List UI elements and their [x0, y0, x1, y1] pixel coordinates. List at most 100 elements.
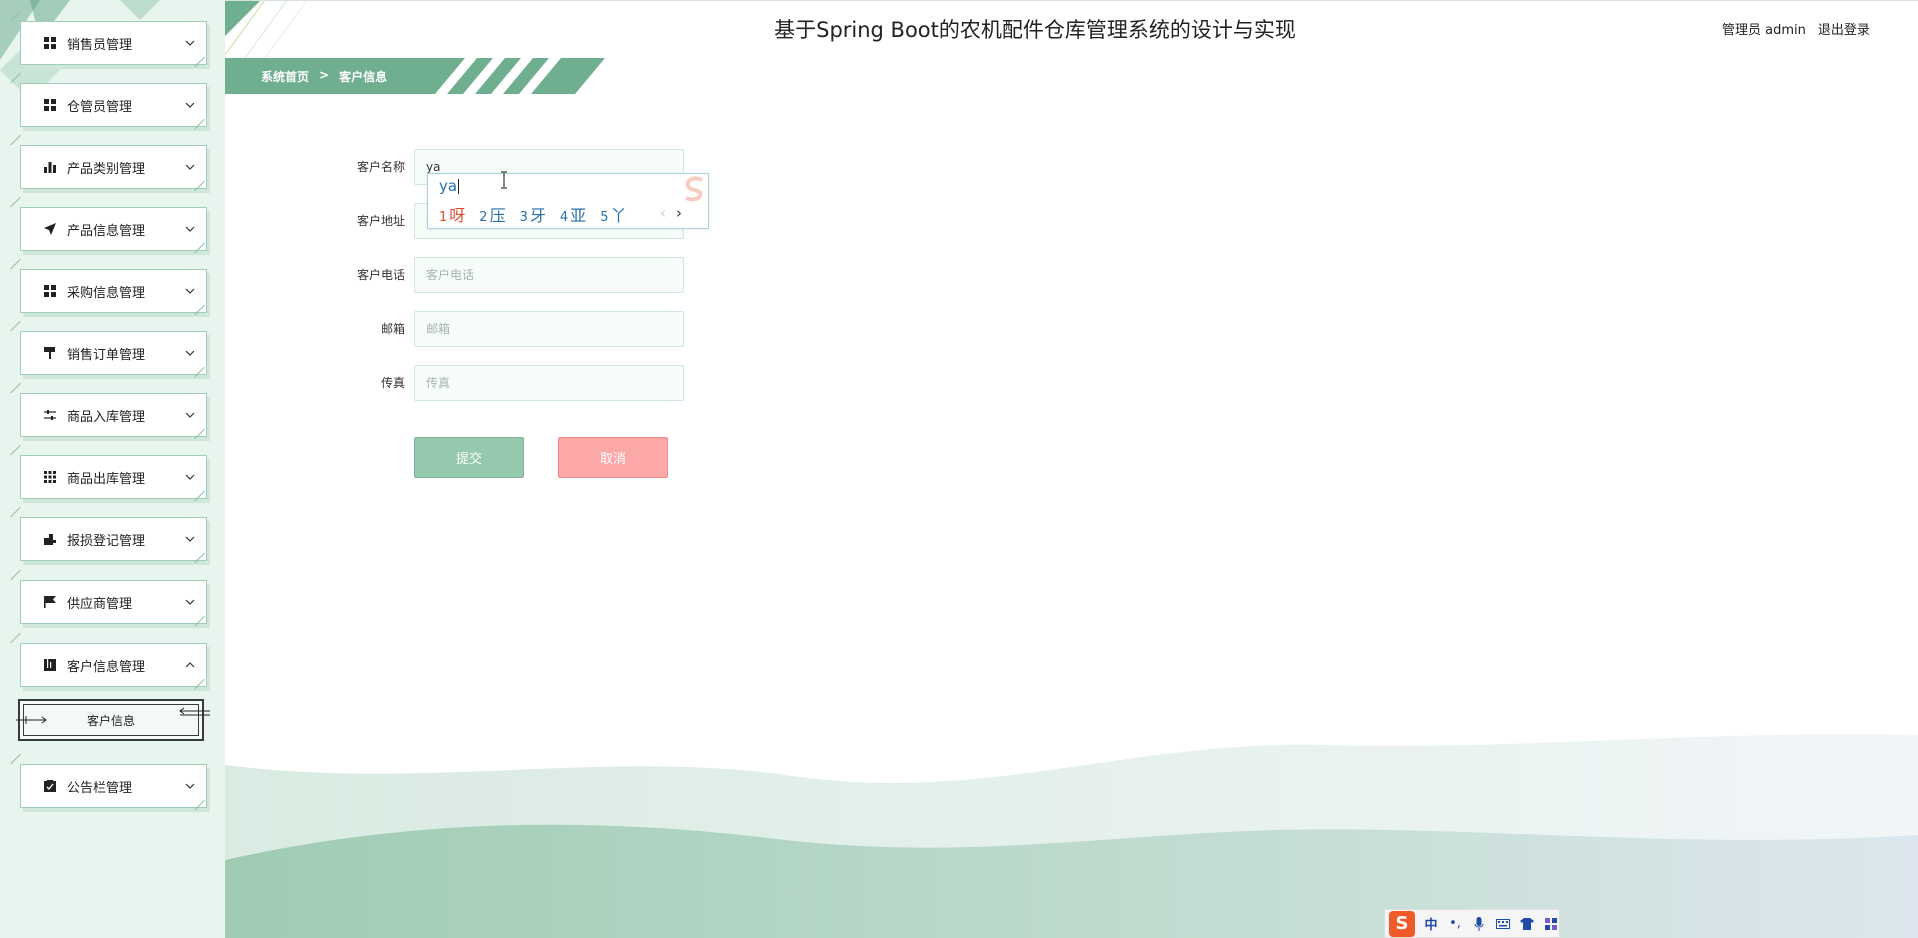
- sidebar-item-product-info[interactable]: 产品信息管理: [20, 207, 207, 251]
- arrow-left-icon: [179, 707, 210, 716]
- fax-input[interactable]: [414, 365, 684, 401]
- chevron-down-icon: [182, 345, 198, 361]
- chevron-down-icon: [182, 594, 198, 610]
- ime-candidate-number: 3: [519, 210, 528, 225]
- keyboard-icon[interactable]: [1495, 916, 1511, 932]
- sidebar-item-warehouse-staff[interactable]: 仓管员管理: [20, 83, 207, 127]
- sidebar-item-label: 产品类别管理: [67, 161, 146, 177]
- text-cursor-icon: [501, 171, 507, 189]
- ime-candidate-number: 5: [600, 210, 609, 225]
- fax-label: 传真: [380, 376, 405, 390]
- breadcrumb-text: 系统首页 > 客户信息: [261, 68, 387, 85]
- sidebar-item-sales-order[interactable]: 销售订单管理: [20, 331, 207, 375]
- sidebar-item-label: 销售订单管理: [67, 347, 146, 363]
- ime-next-page[interactable]: ›: [676, 204, 682, 222]
- sidebar-item-label: 仓管员管理: [67, 99, 133, 115]
- submit-button[interactable]: 提交: [414, 437, 524, 478]
- sidebar-item-label: 商品出库管理: [67, 471, 146, 487]
- chevron-up-icon: [182, 657, 198, 673]
- flag-icon: [43, 595, 57, 609]
- ime-caret: [458, 179, 460, 194]
- sidebar-item-label: 供应商管理: [67, 596, 133, 612]
- header-border: [225, 0, 1918, 1]
- skin-shirt-icon[interactable]: [1519, 916, 1535, 932]
- punctuation-toggle[interactable]: •,: [1447, 916, 1463, 932]
- sidebar-item-label: 公告栏管理: [67, 780, 133, 796]
- sidebar-item-stock-out[interactable]: 商品出库管理: [20, 455, 207, 499]
- toolbox-icon[interactable]: [1543, 916, 1559, 932]
- sidebar-item-damage-report[interactable]: 报损登记管理: [20, 517, 207, 561]
- user-label: 管理员 admin: [1722, 23, 1806, 38]
- sliders-icon: [43, 408, 57, 422]
- sidebar-item-label: 采购信息管理: [67, 285, 146, 301]
- user-info: 管理员 admin 退出登录: [1722, 19, 1870, 38]
- ime-candidate[interactable]: 4亚: [560, 202, 586, 226]
- customer-phone-input[interactable]: [414, 257, 684, 293]
- sidebar-item-bulletin[interactable]: 公告栏管理: [20, 764, 207, 808]
- sidebar-item-label: 销售员管理: [67, 37, 133, 53]
- ime-candidate-list: 1呀 2压 3牙 4亚 5丫: [439, 202, 626, 226]
- apps-icon: [43, 470, 57, 484]
- ime-toolbar: S 中 •,: [1384, 909, 1560, 938]
- ime-candidate[interactable]: 1呀: [439, 202, 465, 226]
- email-label: 邮箱: [380, 322, 405, 336]
- ime-candidate-text: 丫: [610, 206, 627, 225]
- ime-page-nav: ‹ ›: [660, 204, 682, 222]
- ime-candidate[interactable]: 2压: [479, 202, 505, 226]
- bar-chart-icon: [43, 160, 57, 174]
- ime-composition-text: ya: [439, 177, 458, 195]
- header-decoration: [225, 0, 308, 58]
- sidebar-item-product-category[interactable]: 产品类别管理: [20, 145, 207, 189]
- sogou-s-icon[interactable]: S: [1389, 910, 1415, 937]
- grid-icon: [43, 98, 57, 112]
- customer-phone-label: 客户电话: [356, 268, 405, 282]
- chevron-down-icon: [182, 97, 198, 113]
- sidebar-item-label: 报损登记管理: [67, 533, 146, 549]
- grid-icon: [43, 284, 57, 298]
- paint-roller-icon: [43, 346, 57, 360]
- page-title: 基于Spring Boot的农机配件仓库管理系统的设计与实现: [774, 18, 1296, 42]
- cancel-button[interactable]: 取消: [558, 437, 668, 478]
- breadcrumb-home[interactable]: 系统首页: [261, 68, 309, 85]
- breadcrumb-separator: >: [319, 68, 330, 82]
- customer-name-label: 客户名称: [356, 160, 405, 174]
- background-waves: [225, 734, 1918, 938]
- book-icon: [43, 658, 57, 672]
- sidebar-item-label: 客户信息管理: [67, 659, 146, 675]
- ime-candidate-popup: ya 1呀 2压 3牙 4亚 5丫 ‹ ›: [427, 173, 709, 229]
- sidebar-subitem-customer-info[interactable]: 客户信息: [16, 699, 210, 741]
- sidebar-item-purchase-info[interactable]: 采购信息管理: [20, 269, 207, 313]
- arrow-right-icon: [16, 716, 47, 724]
- clipboard-check-icon: [43, 779, 57, 793]
- breadcrumb-current: 客户信息: [339, 70, 388, 84]
- chevron-down-icon: [182, 531, 198, 547]
- sogou-logo-icon: [685, 176, 703, 202]
- breadcrumb: 系统首页 > 客户信息: [225, 58, 605, 94]
- ime-candidate-text: 亚: [570, 206, 587, 225]
- chevron-down-icon: [182, 407, 198, 423]
- ime-candidate-number: 1: [439, 210, 448, 225]
- ime-candidate[interactable]: 3牙: [520, 202, 546, 226]
- ime-candidate-text: 压: [489, 206, 506, 225]
- ime-candidate-number: 2: [479, 210, 488, 225]
- ime-candidate-text: 牙: [529, 206, 546, 225]
- sidebar-item-supplier[interactable]: 供应商管理: [20, 580, 207, 624]
- grid-icon: [43, 36, 57, 50]
- hand-icon: [43, 532, 57, 546]
- chinese-mode-toggle[interactable]: 中: [1423, 916, 1439, 933]
- sidebar-item-customer-info[interactable]: 客户信息管理: [20, 643, 207, 687]
- ime-candidate[interactable]: 5丫: [600, 202, 626, 226]
- microphone-icon[interactable]: [1471, 916, 1487, 932]
- ime-candidate-number: 4: [559, 210, 569, 225]
- send-icon: [43, 222, 57, 236]
- ime-prev-page[interactable]: ‹: [660, 204, 666, 222]
- chevron-down-icon: [182, 469, 198, 485]
- logout-link[interactable]: 退出登录: [1818, 19, 1870, 38]
- sidebar-item-label: 商品入库管理: [67, 409, 146, 425]
- sidebar-item-stock-in[interactable]: 商品入库管理: [20, 393, 207, 437]
- email-input[interactable]: [414, 311, 684, 347]
- ime-composition: ya: [439, 177, 460, 195]
- sidebar-item-sales-staff[interactable]: 销售员管理: [20, 21, 207, 65]
- customer-address-label: 客户地址: [356, 214, 405, 228]
- chevron-down-icon: [182, 221, 198, 237]
